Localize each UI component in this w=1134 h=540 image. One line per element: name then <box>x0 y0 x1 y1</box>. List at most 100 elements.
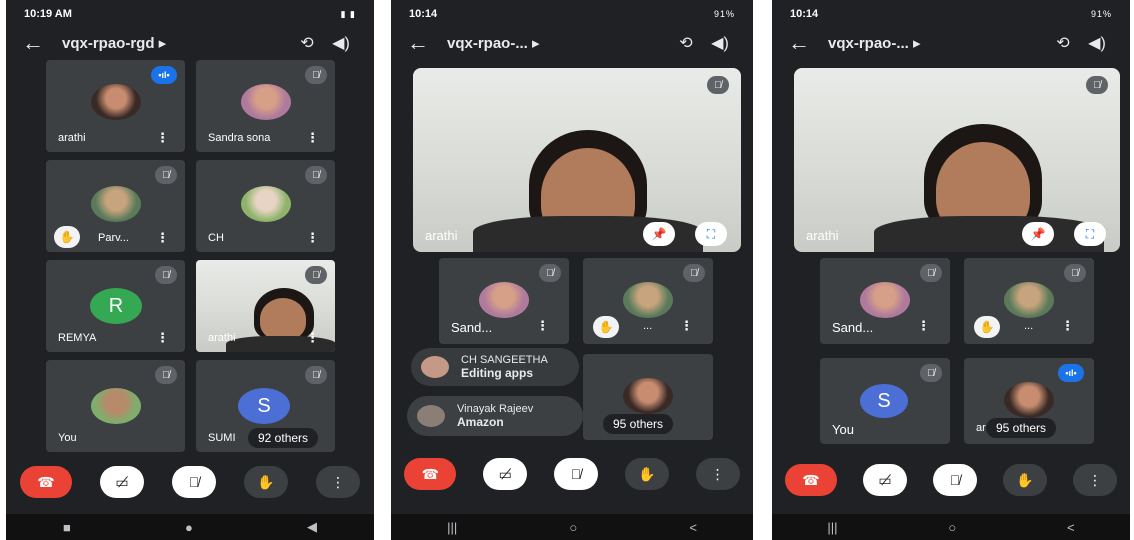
more-options-icon[interactable]: ⋮ <box>306 230 319 246</box>
participant-name: arathi <box>425 228 458 243</box>
participant-name: You <box>58 432 77 444</box>
main-speaker-video[interactable]: 🎙̸ arathi 📌 ⛶ <box>794 68 1120 252</box>
mic-off-button[interactable]: 🎙̸ <box>933 464 977 496</box>
raise-hand-button[interactable]: ✋ <box>624 458 669 490</box>
home-icon[interactable]: ● <box>185 520 193 535</box>
more-options-icon[interactable]: ⋮ <box>306 330 319 346</box>
more-options-button[interactable]: ⋮ <box>1073 464 1117 496</box>
participant-tile[interactable]: 🎙̸ ✋ ... ⋮ <box>583 258 713 344</box>
end-call-button[interactable]: ☎ <box>404 458 457 490</box>
avatar <box>623 378 673 414</box>
fullscreen-icon[interactable]: ⛶ <box>695 222 727 246</box>
mic-off-icon: 🎙̸ <box>155 166 177 184</box>
participant-video-tile[interactable]: 🎙̸ arathi ⋮ <box>196 260 335 352</box>
meeting-title[interactable]: vqx-rpao-rgd ▸ <box>52 34 290 52</box>
back-arrow-icon[interactable]: ← <box>407 30 437 56</box>
camera-off-button[interactable]: ▭̸ <box>483 458 528 490</box>
more-options-icon[interactable]: ⋮ <box>156 130 169 146</box>
more-options-icon[interactable]: ⋮ <box>680 318 693 334</box>
status-bar: 10:14 91% <box>772 0 1130 28</box>
meeting-title[interactable]: vqx-rpao-... ▸ <box>437 34 669 52</box>
status-time: 10:19 AM <box>24 8 72 20</box>
raise-hand-button[interactable]: ✋ <box>244 466 288 498</box>
pin-icon[interactable]: 📌 <box>1022 222 1054 246</box>
more-options-button[interactable]: ⋮ <box>695 458 740 490</box>
more-options-icon[interactable]: ⋮ <box>306 130 319 146</box>
home-icon[interactable]: ○ <box>948 520 956 535</box>
back-icon[interactable]: < <box>689 520 697 535</box>
mic-off-icon: 🎙̸ <box>683 264 705 282</box>
toast-sender: Vinayak Rajeev <box>457 403 534 415</box>
back-arrow-icon[interactable]: ← <box>22 30 52 56</box>
participant-tile[interactable]: •ıl• arathi ⋮ <box>46 60 185 152</box>
participant-tile[interactable]: 🎙̸ Sand... ⋮ <box>820 258 950 344</box>
others-count-badge[interactable]: 95 others <box>603 414 674 434</box>
toast-message: Amazon <box>457 415 504 429</box>
notification-toast[interactable]: CH SANGEETHA Editing apps <box>411 348 579 386</box>
participant-tile[interactable]: 🎙̸ CH ⋮ <box>196 160 335 252</box>
participant-tile[interactable]: 🎙̸ S You <box>820 358 950 444</box>
end-call-button[interactable]: ☎ <box>785 464 837 496</box>
more-options-icon[interactable]: ⋮ <box>1061 318 1074 334</box>
participant-tile[interactable]: 🎙̸ ✋ ... ⋮ <box>964 258 1094 344</box>
more-options-icon[interactable]: ⋮ <box>917 318 930 334</box>
more-options-button[interactable]: ⋮ <box>316 466 360 498</box>
switch-camera-icon[interactable]: ⟲ <box>669 33 703 53</box>
mic-off-button[interactable]: 🎙̸ <box>553 458 598 490</box>
raise-hand-button[interactable]: ✋ <box>1003 464 1047 496</box>
participant-tile[interactable]: 🎙̸ R REMYA ⋮ <box>46 260 185 352</box>
recents-icon[interactable]: ||| <box>827 520 837 535</box>
speaker-icon[interactable]: ◀) <box>1080 33 1114 53</box>
switch-camera-icon[interactable]: ⟲ <box>1046 33 1080 53</box>
participant-tile[interactable]: 🎙̸ S SUMI 92 others <box>196 360 335 452</box>
speaker-icon[interactable]: ◀) <box>703 33 737 53</box>
avatar <box>1004 382 1054 418</box>
avatar <box>90 186 141 222</box>
system-nav-bar: ||| ○ < <box>772 514 1130 540</box>
back-icon[interactable]: < <box>1067 520 1075 535</box>
camera-off-button[interactable]: ▭̸ <box>100 466 144 498</box>
avatar: S <box>238 388 290 424</box>
others-count-badge[interactable]: 95 others <box>986 418 1057 438</box>
participant-tile[interactable]: 🎙̸ You <box>46 360 185 452</box>
fullscreen-icon[interactable]: ⛶ <box>1074 222 1106 246</box>
participant-name: ... <box>643 320 653 332</box>
camera-off-button[interactable]: ▭̸ <box>863 464 907 496</box>
call-controls: ☎ ▭̸ 🎙̸ ✋ ⋮ <box>391 458 753 490</box>
recents-icon[interactable]: ■ <box>63 520 71 535</box>
switch-camera-icon[interactable]: ⟲ <box>290 33 324 53</box>
video-shirt <box>874 216 1104 252</box>
more-options-icon[interactable]: ⋮ <box>536 318 549 334</box>
others-count-badge[interactable]: 92 others <box>248 428 319 448</box>
more-options-icon[interactable]: ⋮ <box>156 330 169 346</box>
mic-off-button[interactable]: 🎙̸ <box>172 466 216 498</box>
home-icon[interactable]: ○ <box>569 520 577 535</box>
participant-name: arathi <box>806 228 839 243</box>
participant-name: You <box>832 422 854 437</box>
speaking-indicator-icon: •ıl• <box>151 66 177 84</box>
back-icon[interactable]: ◀ <box>307 519 317 535</box>
more-options-icon[interactable]: ⋮ <box>156 230 169 246</box>
meeting-title[interactable]: vqx-rpao-... ▸ <box>818 34 1046 52</box>
main-speaker-video[interactable]: 🎙̸ arathi 📌 ⛶ <box>413 68 741 252</box>
mic-off-icon: 🎙̸ <box>155 366 177 384</box>
avatar <box>421 356 449 378</box>
participant-tile[interactable]: 95 others <box>583 354 713 440</box>
participant-name: ... <box>1024 320 1034 332</box>
participant-name: arathi <box>58 132 86 144</box>
avatar <box>1004 282 1054 318</box>
pin-icon[interactable]: 📌 <box>643 222 675 246</box>
participant-name: CH <box>208 232 224 244</box>
notification-toast[interactable]: Vinayak Rajeev Amazon <box>407 396 583 436</box>
back-arrow-icon[interactable]: ← <box>788 30 818 56</box>
participant-tile[interactable]: 🎙̸ Sand... ⋮ <box>439 258 569 344</box>
meeting-header: ← vqx-rpao-rgd ▸ ⟲ ◀) <box>6 28 374 58</box>
participant-tile[interactable]: 🎙̸ ✋ Parv... ⋮ <box>46 160 185 252</box>
avatar <box>417 405 445 427</box>
participant-tile[interactable]: •ıl• ar 95 others <box>964 358 1094 444</box>
participant-name: Parv... <box>98 232 129 244</box>
recents-icon[interactable]: ||| <box>447 520 457 535</box>
speaker-icon[interactable]: ◀) <box>324 33 358 53</box>
end-call-button[interactable]: ☎ <box>20 466 72 498</box>
participant-tile[interactable]: 🎙̸ Sandra sona ⋮ <box>196 60 335 152</box>
